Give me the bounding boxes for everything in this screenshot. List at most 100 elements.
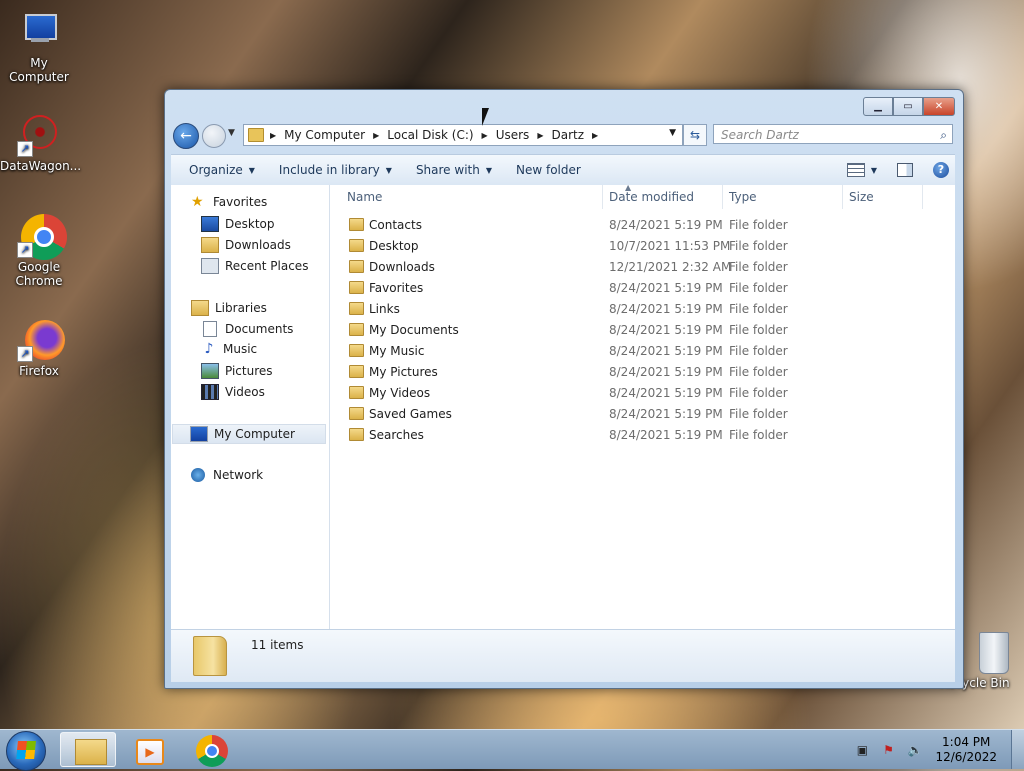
folder-icon xyxy=(75,739,107,765)
table-row[interactable]: My Documents 8/24/2021 5:19 PM File folder xyxy=(329,320,949,341)
change-view-icon[interactable] xyxy=(846,163,865,177)
column-divider[interactable] xyxy=(722,185,723,209)
table-row[interactable]: Links 8/24/2021 5:19 PM File folder xyxy=(329,299,949,320)
nav-documents[interactable]: Documents xyxy=(201,321,293,337)
column-divider[interactable] xyxy=(842,185,843,209)
nav-videos[interactable]: Videos xyxy=(201,384,265,400)
nav-favorites[interactable]: ★ Favorites xyxy=(191,195,267,209)
table-row[interactable]: My Pictures 8/24/2021 5:19 PM File folder xyxy=(329,362,949,383)
recent-pages-dropdown-icon[interactable]: ▼ xyxy=(228,128,235,138)
column-header-name[interactable]: Name xyxy=(347,190,382,204)
nav-pictures[interactable]: Pictures xyxy=(201,363,273,379)
downloads-folder-icon xyxy=(201,237,219,253)
file-date-modified: 8/24/2021 5:19 PM xyxy=(609,365,723,379)
breadcrumb-my-computer[interactable]: My Computer ▶ xyxy=(284,128,387,142)
mouse-cursor xyxy=(482,108,489,126)
folder-icon xyxy=(349,281,364,294)
nav-my-computer[interactable]: My Computer xyxy=(172,424,326,444)
nav-recent-places[interactable]: Recent Places xyxy=(201,258,308,274)
action-center-flag-icon[interactable]: ⚑ xyxy=(881,743,895,757)
file-type: File folder xyxy=(729,386,788,400)
file-date-modified: 8/24/2021 5:19 PM xyxy=(609,344,723,358)
table-row[interactable]: Saved Games 8/24/2021 5:19 PM File folder xyxy=(329,404,949,425)
chevron-right-icon[interactable]: ▶ xyxy=(482,131,488,140)
table-row[interactable]: Downloads 12/21/2021 2:32 AM File folder xyxy=(329,257,949,278)
refresh-button[interactable]: ⇆ xyxy=(683,124,707,146)
file-name: My Pictures xyxy=(369,365,438,379)
volume-icon[interactable]: 🔈 xyxy=(907,743,922,757)
chevron-down-icon[interactable]: ▼ xyxy=(871,166,877,175)
share-with-button[interactable]: Share with ▼ xyxy=(416,163,492,177)
file-date-modified: 8/24/2021 5:19 PM xyxy=(609,302,723,316)
network-tray-icon[interactable]: ▣ xyxy=(855,743,869,757)
breadcrumb-local-disk[interactable]: Local Disk (C:) ▶ xyxy=(387,128,495,142)
desktop-icon-my-computer[interactable]: My Computer xyxy=(0,10,78,84)
pictures-icon xyxy=(201,363,219,379)
breadcrumb-users[interactable]: Users ▶ xyxy=(496,128,552,142)
network-icon xyxy=(191,468,205,482)
documents-icon xyxy=(203,321,217,337)
forward-button[interactable] xyxy=(202,124,226,148)
column-header-size[interactable]: Size xyxy=(849,190,874,204)
desktop-icon-datawagon[interactable]: ↗ DataWagon... xyxy=(0,113,81,173)
taskbar-explorer[interactable] xyxy=(60,732,116,767)
breadcrumb-dartz[interactable]: Dartz ▶ xyxy=(551,128,606,142)
table-row[interactable]: Searches 8/24/2021 5:19 PM File folder xyxy=(329,425,949,446)
address-bar[interactable]: ▶ My Computer ▶ Local Disk (C:) ▶ Users ▶ D… xyxy=(243,124,683,146)
search-input[interactable]: Search Dartz ⌕ xyxy=(713,124,953,144)
file-type: File folder xyxy=(729,365,788,379)
taskbar-media-player[interactable]: ▶ xyxy=(122,732,178,767)
desktop-icon-firefox[interactable]: ↗ Firefox xyxy=(0,318,78,378)
system-tray: ▣ ⚑ 🔈 1:04 PM 12/6/2022 xyxy=(849,730,1024,769)
breadcrumb-label: Users xyxy=(495,128,530,142)
nav-label: Favorites xyxy=(213,195,268,209)
new-folder-label: New folder xyxy=(516,163,581,177)
clock[interactable]: 1:04 PM 12/6/2022 xyxy=(935,735,997,765)
taskbar-chrome[interactable] xyxy=(184,732,240,767)
table-row[interactable]: My Music 8/24/2021 5:19 PM File folder xyxy=(329,341,949,362)
nav-libraries[interactable]: Libraries xyxy=(191,300,267,316)
column-divider[interactable] xyxy=(602,185,603,209)
explorer-window[interactable]: ▁ ▭ ✕ ← ▼ ▶ My Computer ▶ Local Disk (C:)… xyxy=(164,89,964,689)
folder-icon xyxy=(193,636,227,676)
preview-pane-icon[interactable] xyxy=(897,163,913,177)
close-button[interactable]: ✕ xyxy=(923,97,955,116)
nav-network[interactable]: Network xyxy=(191,468,263,482)
music-icon: ♪ xyxy=(204,341,214,357)
table-row[interactable]: Favorites 8/24/2021 5:19 PM File folder xyxy=(329,278,949,299)
chevron-right-icon[interactable]: ▶ xyxy=(537,131,543,140)
column-header-date-modified[interactable]: Date modified xyxy=(609,190,694,204)
chevron-right-icon[interactable]: ▶ xyxy=(592,131,598,140)
column-header-type[interactable]: Type xyxy=(729,190,757,204)
include-in-library-button[interactable]: Include in library ▼ xyxy=(279,163,392,177)
help-icon[interactable]: ? xyxy=(933,162,949,178)
file-type: File folder xyxy=(729,260,788,274)
details-pane: 11 items xyxy=(171,629,955,682)
table-row[interactable]: My Videos 8/24/2021 5:19 PM File folder xyxy=(329,383,949,404)
libraries-icon xyxy=(191,300,209,316)
file-name: Favorites xyxy=(369,281,424,295)
folder-icon xyxy=(349,302,364,315)
new-folder-button[interactable]: New folder xyxy=(516,163,581,177)
back-button[interactable]: ← xyxy=(173,123,199,149)
nav-desktop[interactable]: Desktop xyxy=(201,216,275,232)
organize-button[interactable]: Organize ▼ xyxy=(189,163,255,177)
table-row[interactable]: Contacts 8/24/2021 5:19 PM File folder xyxy=(329,215,949,236)
desktop-icon-chrome[interactable]: ↗ Google Chrome xyxy=(0,214,78,288)
chevron-right-icon[interactable]: ▶ xyxy=(373,131,379,140)
show-desktop-button[interactable] xyxy=(1011,730,1024,769)
minimize-button[interactable]: ▁ xyxy=(863,97,893,116)
shortcut-arrow-icon: ↗ xyxy=(17,141,33,157)
content-area: ★ Favorites Desktop Downloads Recent Plac… xyxy=(171,183,955,629)
maximize-button[interactable]: ▭ xyxy=(893,97,923,116)
address-dropdown-icon[interactable]: ▼ xyxy=(669,128,676,138)
folder-icon xyxy=(349,323,364,336)
folder-icon xyxy=(248,128,264,142)
column-divider[interactable] xyxy=(922,185,923,209)
file-name: My Documents xyxy=(369,323,459,337)
nav-downloads[interactable]: Downloads xyxy=(201,237,291,253)
nav-music[interactable]: ♪ Music xyxy=(201,341,258,357)
chevron-down-icon: ▼ xyxy=(248,165,255,175)
table-row[interactable]: Desktop 10/7/2021 11:53 PM File folder xyxy=(329,236,949,257)
start-button[interactable] xyxy=(6,731,46,771)
